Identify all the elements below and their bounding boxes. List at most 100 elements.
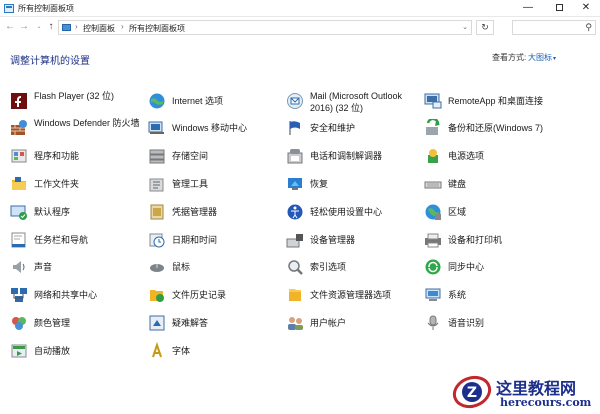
control-panel-item[interactable]: 自动播放 [10,340,146,364]
breadcrumb-control-panel[interactable]: 控制面板 [83,23,115,34]
control-panel-item-label: 程序和功能 [34,151,80,161]
indexing-icon [288,260,303,275]
maximize-button[interactable] [545,0,573,17]
control-panel-item-label: 设备和打印机 [448,235,503,245]
address-dropdown-button[interactable]: ⌄ [462,23,468,31]
control-panel-item-label: 索引选项 [310,262,347,272]
recovery-icon [288,178,302,190]
control-panel-item[interactable]: 工作文件夹 [10,173,146,197]
control-panel-item[interactable]: 疑难解答 [148,312,284,336]
control-panel-item[interactable]: 系统 [424,284,560,308]
control-panel-item[interactable]: 存储空间 [148,145,284,169]
view-by-dropdown[interactable]: 大图标▾ [528,52,556,63]
system-icon [425,288,441,301]
view-by-label: 查看方式: [492,53,527,62]
control-panel-item[interactable]: 轻松使用设置中心 [286,201,422,225]
breadcrumb-separator: › [121,22,124,31]
navigation-bar: ← → ⌄ ↑ › 控制面板 › 所有控制面板项 ⌄ ↻ ⚲ [0,17,600,39]
control-panel-item[interactable]: 网络和共享中心 [10,284,146,308]
view-by-value: 大图标 [528,53,552,62]
control-panel-item[interactable]: 日期和时间 [148,229,284,253]
breadcrumb-all-items[interactable]: 所有控制面板项 [129,23,185,34]
control-panel-item-label: 恢复 [310,179,329,189]
back-button[interactable]: ← [4,21,16,33]
control-panel-item[interactable]: 恢复 [286,173,422,197]
control-panel-item-label: 安全和维护 [310,123,356,133]
control-panel-item-label: 轻松使用设置中心 [310,207,383,217]
control-panel-item-label: 颜色管理 [34,318,71,328]
printer-icon [425,233,441,248]
control-panel-item[interactable]: 备份和还原(Windows 7) [424,117,560,141]
control-panel-item[interactable]: 语音识别 [424,312,560,336]
up-button[interactable]: ↑ [45,21,57,33]
control-panel-item[interactable]: 文件历史记录 [148,284,284,308]
control-panel-item-label: 用户帐户 [310,318,347,328]
control-panel-item[interactable]: 颜色管理 [10,312,146,336]
network-icon [11,288,27,302]
control-panel-item[interactable]: Internet 选项 [148,90,284,114]
control-panel-item[interactable]: 凭据管理器 [148,201,284,225]
control-panel-item[interactable]: 用户帐户 [286,312,422,336]
control-panel-item[interactable]: 同步中心 [424,256,560,280]
search-input[interactable]: ⚲ [512,20,596,35]
troubleshoot-icon [149,315,165,331]
device-manager-icon [286,234,303,248]
microphone-icon [427,315,439,330]
control-panel-item[interactable]: 设备和打印机 [424,229,560,253]
control-panel-item[interactable]: 默认程序 [10,201,146,225]
autoplay-icon [11,344,27,358]
forward-button[interactable]: → [18,21,30,33]
refresh-button[interactable]: ↻ [476,20,494,35]
firewall-icon [11,120,27,135]
phone-icon [287,149,303,164]
color-icon [12,317,26,330]
control-panel-item[interactable]: 管理工具 [148,173,284,197]
address-bar[interactable]: › 控制面板 › 所有控制面板项 ⌄ [58,20,472,35]
maximize-icon [555,3,563,11]
minimize-button[interactable]: — [514,0,542,17]
control-panel-item-label: 电源选项 [448,151,485,161]
control-panel-item[interactable]: 文件资源管理器选项 [286,284,422,308]
watermark-logo-letter: Z [467,385,477,401]
control-panel-item-label: 电话和调制解调器 [310,151,383,161]
taskbar-icon [11,232,26,248]
recent-locations-button[interactable]: ⌄ [33,21,45,33]
control-panel-item[interactable]: RemoteApp 和桌面连接 [424,90,560,114]
region-icon [425,204,441,220]
close-button[interactable]: ✕ [572,0,600,17]
control-panel-item[interactable]: Windows 移动中心 [148,117,284,141]
search-icon: ⚲ [585,22,592,32]
mobility-icon [148,121,164,134]
control-panel-item[interactable]: 字体 [148,340,284,364]
control-panel-item-label: Windows Defender 防火墙 [34,118,140,128]
control-panel-item-label: 网络和共享中心 [34,290,98,300]
control-panel-item[interactable]: 索引选项 [286,256,422,280]
admin-tools-icon [149,178,164,192]
control-panel-item[interactable]: 程序和功能 [10,145,146,169]
control-panel-item[interactable]: 声音 [10,256,146,280]
control-panel-item-label: 文件历史记录 [172,290,227,300]
control-panel-item-label: 工作文件夹 [34,179,80,189]
control-panel-item[interactable]: 设备管理器 [286,229,422,253]
control-panel-item-label: 任务栏和导航 [34,235,89,245]
control-panel-item[interactable]: 区域 [424,201,560,225]
watermark: Z 这里教程网 herecours.com [452,370,600,414]
control-panel-item[interactable]: 键盘 [424,173,560,197]
control-panel-item[interactable]: Mail (Microsoft Outlook 2016) (32 位) [286,90,422,114]
control-panel-item-label: 系统 [448,290,467,300]
control-panel-item[interactable]: 任务栏和导航 [10,229,146,253]
chevron-down-icon: ▾ [553,56,557,62]
control-panel-item[interactable]: 电话和调制解调器 [286,145,422,169]
control-panel-item-label: 存储空间 [172,151,209,161]
control-panel-item-label: 字体 [172,346,191,356]
mouse-icon [150,264,164,272]
file-history-icon [150,290,164,302]
control-panel-item[interactable]: Windows Defender 防火墙 [10,117,146,141]
control-panel-item-label: 凭据管理器 [172,207,218,217]
control-panel-item[interactable]: 安全和维护 [286,117,422,141]
control-panel-item-label: 区域 [448,207,467,217]
control-panel-item[interactable]: 电源选项 [424,145,560,169]
control-panel-item[interactable]: 鼠标 [148,256,284,280]
control-panel-icon [4,4,14,13]
control-panel-item[interactable]: Flash Player (32 位) [10,90,146,114]
